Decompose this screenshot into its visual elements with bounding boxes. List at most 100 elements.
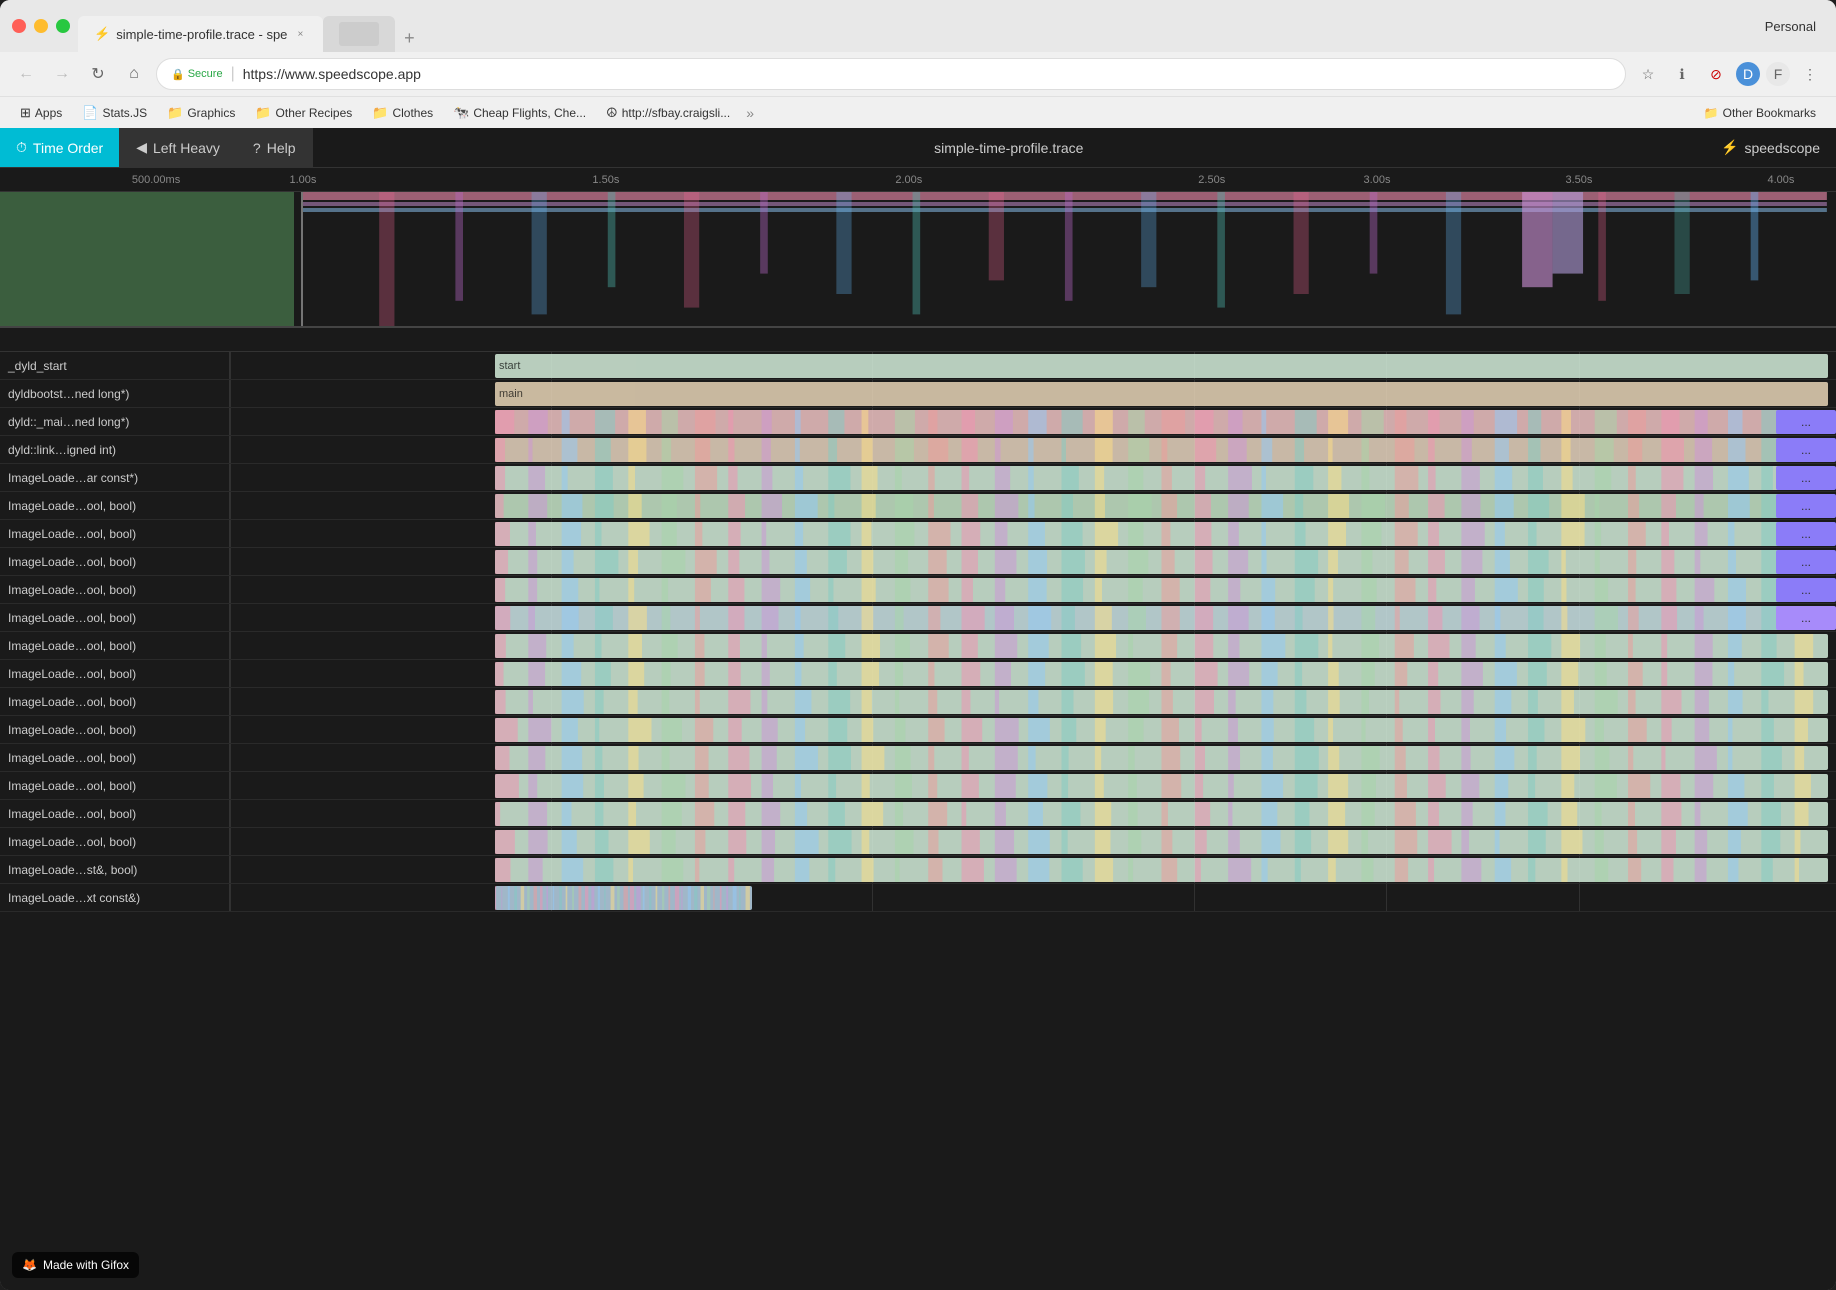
- flame-row-bars[interactable]: ...: [230, 408, 1836, 435]
- profile-d-button[interactable]: D: [1736, 62, 1760, 86]
- flame-row[interactable]: ImageLoade…ool, bool): [0, 772, 1836, 800]
- refresh-button[interactable]: ↻: [84, 60, 112, 88]
- home-icon: ⌂: [129, 65, 139, 83]
- ellipsis-button[interactable]: ...: [1776, 522, 1836, 546]
- flame-row[interactable]: ImageLoade…st&, bool): [0, 856, 1836, 884]
- flame-row-bars[interactable]: ...: [230, 576, 1836, 603]
- flame-row-bars[interactable]: ...: [230, 604, 1836, 631]
- home-button[interactable]: ⌂: [120, 60, 148, 88]
- flame-row-bars[interactable]: start: [230, 352, 1836, 379]
- flame-rows-container[interactable]: _dyld_startstartdyldbootst…ned long*)mai…: [0, 352, 1836, 1290]
- flame-row-bars[interactable]: ...: [230, 436, 1836, 463]
- flame-row[interactable]: ImageLoade…ool, bool)...: [0, 548, 1836, 576]
- flame-row-bars[interactable]: [230, 772, 1836, 799]
- tab-left-heavy[interactable]: ◀ Left Heavy: [120, 128, 237, 167]
- flame-row[interactable]: _dyld_startstart: [0, 352, 1836, 380]
- flame-row-bars[interactable]: ...: [230, 464, 1836, 491]
- bookmark-clothes-label: Clothes: [392, 106, 433, 120]
- flame-row[interactable]: ImageLoade…ool, bool)...: [0, 576, 1836, 604]
- ellipsis-button[interactable]: ...: [1776, 410, 1836, 434]
- flame-row-bars[interactable]: [230, 884, 1836, 911]
- reader-view-button[interactable]: ℹ: [1668, 60, 1696, 88]
- flame-row[interactable]: ImageLoade…ool, bool): [0, 800, 1836, 828]
- ellipsis-button[interactable]: ...: [1776, 494, 1836, 518]
- flame-row-bars[interactable]: [230, 688, 1836, 715]
- flame-row-bars[interactable]: main: [230, 380, 1836, 407]
- flame-row-bars[interactable]: [230, 856, 1836, 883]
- secure-indicator: 🔒 Secure: [171, 68, 223, 81]
- ellipsis-button[interactable]: ...: [1776, 466, 1836, 490]
- flame-row[interactable]: ImageLoade…ool, bool)...: [0, 604, 1836, 632]
- minimize-button[interactable]: [34, 19, 48, 33]
- flame-row[interactable]: ImageLoade…ool, bool): [0, 660, 1836, 688]
- time-label-4s: 4.00s: [1767, 174, 1794, 186]
- flame-block[interactable]: main: [495, 382, 1828, 406]
- bookmark-graphics[interactable]: 📁 Graphics: [159, 102, 243, 124]
- bookmark-craigslist[interactable]: ☮ http://sfbay.craigsli...: [598, 102, 738, 124]
- lock-icon: 🔒: [171, 68, 185, 81]
- tab-close-button[interactable]: ×: [293, 27, 307, 41]
- close-button[interactable]: [12, 19, 26, 33]
- flame-row-bars[interactable]: ...: [230, 520, 1836, 547]
- flame-row[interactable]: dyldbootst…ned long*)main: [0, 380, 1836, 408]
- flame-row-bars[interactable]: [230, 800, 1836, 827]
- flame-row[interactable]: ImageLoade…ool, bool): [0, 828, 1836, 856]
- active-tab[interactable]: ⚡ simple-time-profile.trace - spe ×: [78, 16, 323, 52]
- url-text: https://www.speedscope.app: [243, 66, 1611, 82]
- flame-row-bars[interactable]: [230, 632, 1836, 659]
- flame-row[interactable]: ImageLoade…ool, bool): [0, 716, 1836, 744]
- flame-row-label: ImageLoade…ool, bool): [0, 744, 230, 771]
- overview-canvas[interactable]: [0, 192, 1836, 328]
- flame-row[interactable]: ImageLoade…xt const&): [0, 884, 1836, 912]
- flame-row-bars[interactable]: ...: [230, 492, 1836, 519]
- ellipsis-button[interactable]: ...: [1776, 550, 1836, 574]
- flame-block[interactable]: start: [495, 354, 1828, 378]
- forward-button[interactable]: →: [48, 60, 76, 88]
- flame-row-bars[interactable]: [230, 828, 1836, 855]
- back-button[interactable]: ←: [12, 60, 40, 88]
- more-options-button[interactable]: ⋮: [1796, 60, 1824, 88]
- flame-row-bars[interactable]: [230, 660, 1836, 687]
- flame-row[interactable]: ImageLoade…ool, bool): [0, 688, 1836, 716]
- tab-time-order[interactable]: ⏱ Time Order: [0, 128, 120, 167]
- maximize-button[interactable]: [56, 19, 70, 33]
- flame-row[interactable]: dyld::link…igned int)...: [0, 436, 1836, 464]
- bookmark-statsjs[interactable]: 📄 Stats.JS: [74, 102, 155, 124]
- refresh-icon: ↻: [91, 64, 104, 84]
- flame-row[interactable]: ImageLoade…ool, bool)...: [0, 492, 1836, 520]
- flame-row-bars[interactable]: [230, 716, 1836, 743]
- other-bookmarks-button[interactable]: 📁 Other Bookmarks: [1696, 103, 1824, 123]
- ellipsis-button[interactable]: ...: [1776, 606, 1836, 630]
- tab-bar: ⚡ simple-time-profile.trace - spe × +: [78, 0, 1749, 52]
- url-bar[interactable]: 🔒 Secure | https://www.speedscope.app: [156, 58, 1626, 90]
- empty-tab[interactable]: [323, 16, 395, 52]
- title-bar: ⚡ simple-time-profile.trace - spe × + Pe…: [0, 0, 1836, 52]
- nav-bar: ← → ↻ ⌂ 🔒 Secure | https://www.speedscop…: [0, 52, 1836, 96]
- ellipsis-button[interactable]: ...: [1776, 438, 1836, 462]
- bookmark-flights[interactable]: 🐄 Cheap Flights, Che...: [445, 102, 594, 124]
- flamegraph-main: _dyld_startstartdyldbootst…ned long*)mai…: [0, 328, 1836, 1290]
- flame-row[interactable]: ImageLoade…ool, bool): [0, 632, 1836, 660]
- flamegraph-overview[interactable]: 500.00ms 1.00s 1.50s 2.00s 2.50s 3.00s 3…: [0, 168, 1836, 328]
- flame-row-bars[interactable]: [230, 744, 1836, 771]
- bookmark-clothes[interactable]: 📁 Clothes: [364, 102, 441, 124]
- flame-row-label: ImageLoade…ool, bool): [0, 800, 230, 827]
- bookmark-apps[interactable]: ⊞ Apps: [12, 102, 70, 124]
- flame-row[interactable]: dyld::_mai…ned long*)...: [0, 408, 1836, 436]
- new-tab-button[interactable]: +: [395, 24, 423, 52]
- tab-help[interactable]: ? Help: [237, 128, 313, 167]
- time-label-2-5s: 2.50s: [1198, 174, 1225, 186]
- clothes-icon: 📁: [372, 105, 388, 121]
- profile-f-button[interactable]: F: [1766, 62, 1790, 86]
- ublock-icon[interactable]: ⊘: [1702, 60, 1730, 88]
- profile-button[interactable]: Personal: [1757, 15, 1824, 38]
- bookmark-star-button[interactable]: ☆: [1634, 60, 1662, 88]
- bookmark-other-recipes[interactable]: 📁 Other Recipes: [247, 102, 360, 124]
- nav-icons: ☆ ℹ ⊘ D F ⋮: [1634, 60, 1824, 88]
- flame-row[interactable]: ImageLoade…ool, bool)...: [0, 520, 1836, 548]
- flame-row[interactable]: ImageLoade…ool, bool): [0, 744, 1836, 772]
- ellipsis-button[interactable]: ...: [1776, 578, 1836, 602]
- flame-row[interactable]: ImageLoade…ar const*)...: [0, 464, 1836, 492]
- more-bookmarks-arrow[interactable]: »: [746, 105, 754, 121]
- flame-row-bars[interactable]: ...: [230, 548, 1836, 575]
